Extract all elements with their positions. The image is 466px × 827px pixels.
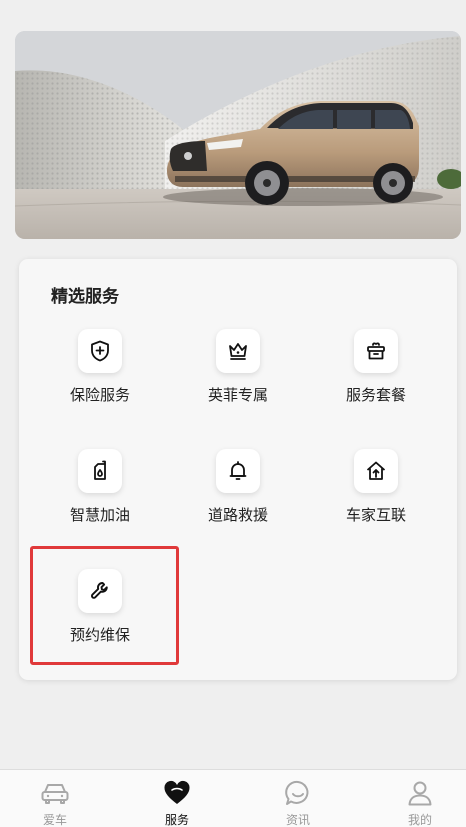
chat-bubble-icon — [284, 779, 312, 807]
hero-banner[interactable] — [15, 31, 461, 239]
tab-label: 服务 — [164, 813, 189, 827]
service-label: 预约维保 — [69, 626, 130, 644]
home-arrow-icon — [354, 449, 398, 493]
user-icon — [406, 779, 434, 807]
tab-news[interactable]: 资讯 — [258, 770, 338, 827]
tab-label: 我的 — [407, 813, 432, 827]
service-maintenance-booking[interactable]: 预约维保 — [25, 569, 175, 659]
service-infiniti-exclusive[interactable]: 英菲专属 — [163, 329, 313, 419]
service-label: 车家互联 — [345, 506, 406, 524]
service-roadside-assistance[interactable]: 道路救援 — [163, 449, 313, 539]
car-icon — [40, 779, 70, 807]
bottom-tab-bar: 爱车 服务 资讯 我的 — [0, 769, 466, 827]
service-car-home-link[interactable]: 车家互联 — [301, 449, 451, 539]
service-packages[interactable]: 服务套餐 — [301, 329, 451, 419]
wrench-icon — [78, 569, 122, 613]
tab-label: 资讯 — [285, 813, 310, 827]
featured-services-card: 精选服务 保险服务 英菲专属 服务套餐 智慧加油 道路救援 车家互联 预约维保 — [19, 259, 457, 680]
tab-my-car[interactable]: 爱车 — [15, 770, 95, 827]
tab-services[interactable]: 服务 — [137, 770, 217, 827]
service-label: 智慧加油 — [69, 506, 130, 524]
banner-car-image — [15, 31, 461, 239]
service-label: 道路救援 — [207, 506, 268, 524]
shield-plus-icon — [78, 329, 122, 373]
fuel-can-icon — [78, 449, 122, 493]
bell-icon — [216, 449, 260, 493]
service-smart-fuel[interactable]: 智慧加油 — [25, 449, 175, 539]
crown-icon — [216, 329, 260, 373]
service-label: 服务套餐 — [345, 386, 406, 404]
tab-label: 爱车 — [42, 813, 67, 827]
service-label: 英菲专属 — [207, 386, 268, 404]
service-label: 保险服务 — [69, 386, 130, 404]
tab-mine[interactable]: 我的 — [380, 770, 460, 827]
heart-icon — [163, 779, 191, 807]
section-title: 精选服务 — [51, 287, 119, 307]
service-insurance[interactable]: 保险服务 — [25, 329, 175, 419]
gift-box-icon — [354, 329, 398, 373]
